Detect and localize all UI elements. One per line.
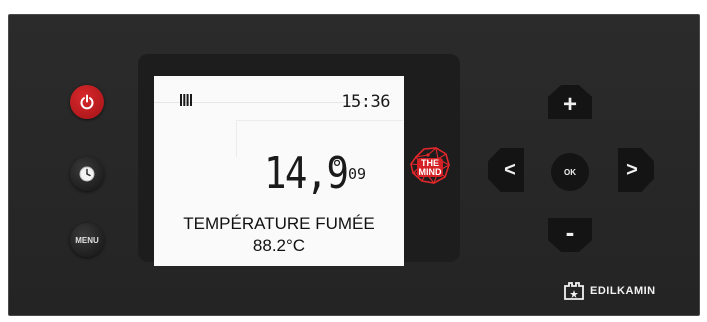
lcd-display: 15:36 14,9 ° 09 TEMPÉRATURE FUMÉE 88.2°C <box>154 76 404 266</box>
mode-value: 88.2°C <box>252 236 306 255</box>
brand-name: EDILKAMIN <box>590 285 656 297</box>
unit-code: 09 <box>348 165 367 183</box>
power-button[interactable] <box>70 85 104 119</box>
clock-button[interactable] <box>70 157 104 191</box>
edilkamin-brand: EDILKAMIN <box>564 282 656 300</box>
edilkamin-logo-icon <box>564 282 584 300</box>
the-mind-logo: THE MIND <box>408 145 452 190</box>
degree-symbol: ° <box>332 156 342 180</box>
mode-label: TEMPÉRATURE FUMÉE <box>183 214 375 233</box>
power-icon <box>80 94 94 110</box>
ok-button[interactable]: OK <box>551 153 589 191</box>
menu-button-label: MENU <box>75 235 99 245</box>
heater-icon <box>180 94 192 106</box>
mind-logo-line2: MIND <box>419 167 442 177</box>
clock-icon <box>79 166 95 182</box>
menu-button[interactable]: MENU <box>70 223 104 257</box>
the-mind-logo-icon: THE MIND <box>410 146 451 185</box>
clock-time: 15:36 <box>341 92 390 112</box>
